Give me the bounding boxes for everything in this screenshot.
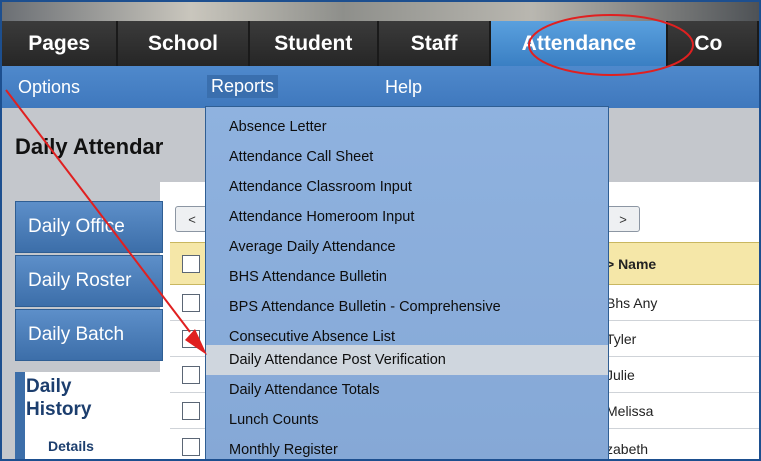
menu-item-average-daily-attendance[interactable]: Average Daily Attendance <box>206 232 608 262</box>
header-banner-photo <box>2 2 759 21</box>
menu-item-daily-attendance-post-verification[interactable]: Daily Attendance Post Verification <box>206 345 608 375</box>
row-checkbox[interactable] <box>182 366 200 384</box>
tab-student[interactable]: Student <box>249 21 379 66</box>
tab-pages[interactable]: Pages <box>2 21 119 66</box>
student-name-cell: Melissa <box>606 403 654 419</box>
side-nav-daily-roster[interactable]: Daily Roster <box>15 255 163 307</box>
row-checkbox[interactable] <box>182 438 200 456</box>
main-tab-bar: Pages School Student Staff Attendance Co <box>2 21 759 66</box>
page-title: Daily Attendar <box>15 134 164 159</box>
submenu-options[interactable]: Options <box>18 77 80 98</box>
student-name-cell: zabeth <box>606 441 649 457</box>
menu-item-attendance-classroom-input[interactable]: Attendance Classroom Input <box>206 172 608 202</box>
row-checkbox[interactable] <box>182 402 200 420</box>
pager-prev-button[interactable]: < <box>175 206 209 232</box>
tab-staff[interactable]: Staff <box>378 21 492 66</box>
submenu-help[interactable]: Help <box>385 77 422 98</box>
select-all-checkbox[interactable] <box>182 255 200 273</box>
tab-co[interactable]: Co <box>668 21 759 66</box>
student-name-cell: Julie <box>606 367 635 383</box>
screenshot-frame: Pages School Student Staff Attendance Co… <box>0 0 761 461</box>
reports-dropdown-menu: Absence Letter Attendance Call Sheet Att… <box>205 106 609 459</box>
tab-school[interactable]: School <box>118 21 250 66</box>
menu-item-bhs-attendance-bulletin[interactable]: BHS Attendance Bulletin <box>206 262 608 292</box>
menu-item-attendance-call-sheet[interactable]: Attendance Call Sheet <box>206 142 608 172</box>
tab-attendance[interactable]: Attendance <box>491 21 669 66</box>
menu-item-bps-attendance-bulletin[interactable]: BPS Attendance Bulletin - Comprehensive <box>206 292 608 322</box>
name-column-header[interactable]: > Name <box>606 256 656 272</box>
side-nav-daily-office[interactable]: Daily Office <box>15 201 163 253</box>
menu-item-daily-attendance-totals[interactable]: Daily Attendance Totals <box>206 375 608 405</box>
sub-menu-bar: Options Reports Help <box>2 66 759 108</box>
row-checkbox[interactable] <box>182 294 200 312</box>
student-name-cell: Tyler <box>606 331 637 347</box>
side-nav-daily-history-label-line2: History <box>26 399 92 420</box>
row-checkbox[interactable] <box>182 330 200 348</box>
menu-item-absence-letter[interactable]: Absence Letter <box>206 112 608 142</box>
menu-item-lunch-counts[interactable]: Lunch Counts <box>206 405 608 435</box>
submenu-reports[interactable]: Reports <box>207 75 279 98</box>
side-nav-daily-batch[interactable]: Daily Batch <box>15 309 163 361</box>
side-nav-daily-history-label-line1: Daily <box>26 376 72 397</box>
pager-next-button[interactable]: > <box>606 206 640 232</box>
side-nav-details-link[interactable]: Details <box>48 438 94 454</box>
student-name-cell: Bhs Any <box>606 295 658 311</box>
menu-item-attendance-homeroom-input[interactable]: Attendance Homeroom Input <box>206 202 608 232</box>
menu-item-monthly-register[interactable]: Monthly Register <box>206 435 608 459</box>
